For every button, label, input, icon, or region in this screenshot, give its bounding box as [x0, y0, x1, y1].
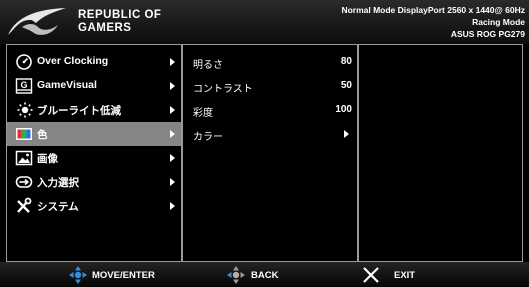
chevron-right-icon [170, 106, 175, 114]
sub-item-saturation[interactable]: 彩度 100 [183, 99, 357, 121]
joystick-four-way-icon [69, 266, 87, 284]
back-hint: BACK [226, 262, 296, 287]
sub-item-brightness[interactable]: 明るさ 80 [183, 51, 357, 73]
svg-text:G: G [20, 80, 27, 90]
menu-item-over-clocking[interactable]: Over Clocking [7, 50, 181, 74]
brand-title: REPUBLIC OF GAMERS [78, 9, 161, 35]
chevron-right-icon [170, 130, 175, 138]
menu-item-label: 入力選択 [37, 177, 79, 189]
color-icon [16, 128, 32, 140]
brand-line-2: GAMERS [78, 22, 132, 34]
gamevisual-icon: G [15, 78, 33, 94]
sub-item-label: コントラスト [193, 84, 253, 95]
main-menu-panel: Over Clocking G GameVisual ブルーライト低減 色 画像… [6, 44, 182, 262]
joystick-left-icon [227, 266, 245, 284]
sub-item-value: 50 [340, 80, 352, 91]
status-info: Normal Mode DisplayPort 2560 x 1440@ 60H… [341, 4, 525, 40]
sub-item-label: 彩度 [193, 108, 213, 119]
sub-item-value: 100 [335, 104, 352, 115]
chevron-right-icon [170, 178, 175, 186]
chevron-right-icon [170, 58, 175, 66]
menu-item-system[interactable]: システム [7, 194, 181, 218]
status-line-3: ASUS ROG PG279 [450, 29, 525, 39]
detail-panel [358, 44, 523, 262]
sub-menu-panel: 明るさ 80 コントラスト 50 彩度 100 カラー [182, 44, 358, 262]
exit-label: EXIT [394, 270, 416, 281]
menu-item-label: ブルーライト低減 [37, 105, 121, 117]
header-bar: REPUBLIC OF GAMERS Normal Mode DisplayPo… [0, 0, 529, 44]
status-line-1: Normal Mode DisplayPort 2560 x 1440@ 60H… [341, 5, 525, 15]
menu-item-input-select[interactable]: 入力選択 [7, 170, 181, 194]
move-enter-label: MOVE/ENTER [92, 270, 155, 281]
sub-item-label: カラー [193, 132, 223, 143]
sub-item-contrast[interactable]: コントラスト 50 [183, 75, 357, 97]
close-icon [363, 267, 379, 283]
menu-item-label: Over Clocking [37, 55, 109, 67]
image-icon [15, 150, 33, 166]
menu-item-blue-light[interactable]: ブルーライト低減 [7, 98, 181, 122]
menu-item-label: 画像 [37, 153, 58, 165]
input-icon [15, 176, 33, 188]
menu-item-label: システム [37, 201, 79, 213]
footer-bar: MOVE/ENTER BACK EXIT [0, 262, 529, 287]
status-line-2: Racing Mode [472, 17, 525, 27]
back-label: BACK [251, 270, 279, 281]
exit-hint: EXIT [362, 262, 432, 287]
chevron-right-icon [170, 82, 175, 90]
rog-logo-icon [8, 8, 66, 35]
sub-item-color-temp[interactable]: カラー [183, 123, 357, 145]
menu-item-label: GameVisual [37, 79, 97, 91]
move-enter-hint: MOVE/ENTER [68, 262, 178, 287]
menu-item-gamevisual[interactable]: G GameVisual [7, 74, 181, 98]
speedometer-icon [16, 54, 32, 70]
sub-item-label: 明るさ [193, 60, 223, 71]
menu-item-image[interactable]: 画像 [7, 146, 181, 170]
chevron-right-icon [170, 202, 175, 210]
menu-item-color[interactable]: 色 [7, 122, 181, 146]
menu-item-label: 色 [37, 129, 48, 141]
chevron-right-icon [170, 154, 175, 162]
brand-line-1: REPUBLIC OF [78, 9, 162, 21]
bluelight-icon [17, 102, 33, 118]
system-icon [17, 197, 32, 213]
chevron-right-icon [344, 130, 349, 138]
sub-item-value: 80 [340, 56, 352, 67]
